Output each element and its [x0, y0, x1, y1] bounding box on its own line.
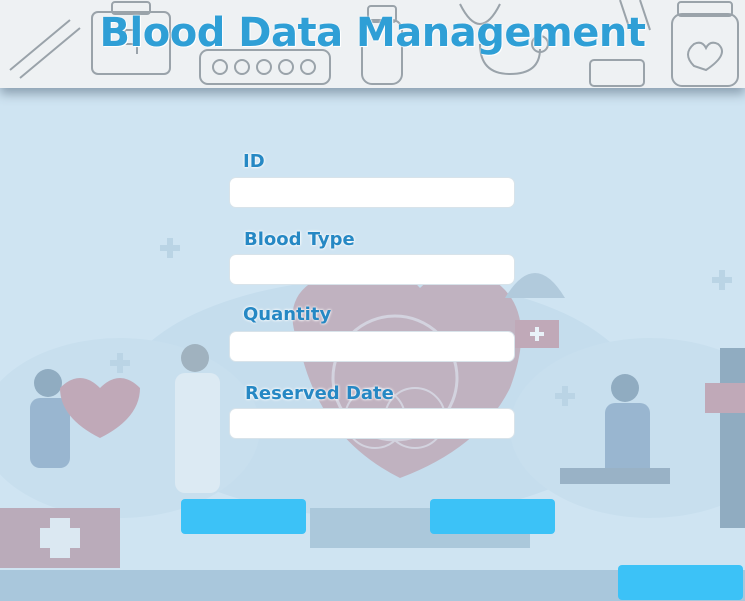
blood-type-input[interactable]: [229, 254, 515, 285]
corner-action-button[interactable]: [618, 565, 743, 600]
quantity-label: Quantity: [243, 304, 332, 325]
id-label: ID: [243, 151, 265, 172]
quantity-input[interactable]: [229, 331, 515, 362]
left-action-button[interactable]: [181, 499, 306, 534]
page-title: Blood Data Management: [99, 10, 646, 56]
id-input[interactable]: [229, 177, 515, 208]
blood-type-label: Blood Type: [244, 229, 355, 250]
middle-action-button[interactable]: [430, 499, 555, 534]
reserved-date-input[interactable]: [229, 408, 515, 439]
header-banner: Blood Data Management: [0, 0, 745, 88]
reserved-date-label: Reserved Date: [245, 383, 394, 404]
